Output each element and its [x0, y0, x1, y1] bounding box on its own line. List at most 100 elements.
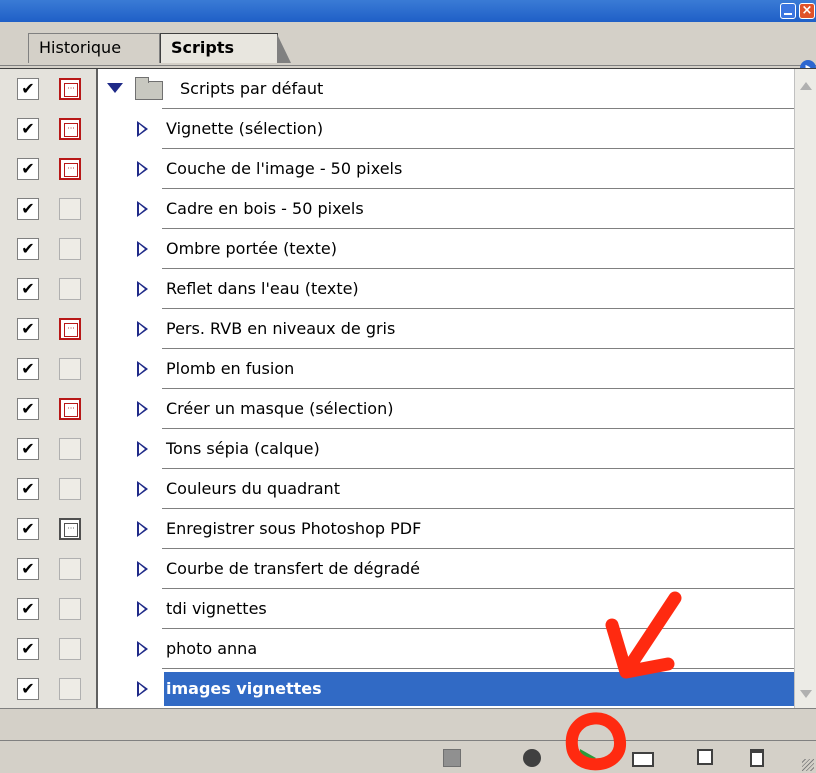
dialog-toggle-icon[interactable] [59, 518, 81, 540]
stop-icon[interactable] [443, 749, 461, 767]
item-toggle-checkbox[interactable]: ✔ [17, 118, 39, 140]
dialog-toggle-icon[interactable] [59, 78, 81, 100]
actions-list: ✔ Scripts par défaut ✔ Vignette (sélection)… [0, 68, 816, 708]
expand-triangle-icon[interactable] [137, 401, 148, 417]
expand-triangle-icon[interactable] [137, 121, 148, 137]
expand-triangle-icon[interactable] [137, 361, 148, 377]
dialog-toggle-icon[interactable] [59, 438, 81, 460]
dialog-toggle-icon[interactable] [59, 238, 81, 260]
expand-triangle-icon[interactable] [137, 321, 148, 337]
expand-triangle-down-icon[interactable] [107, 83, 123, 93]
minimize-button[interactable] [780, 3, 796, 19]
action-list-item[interactable]: ✔ Enregistrer sous Photoshop PDF [0, 509, 794, 549]
item-toggle-checkbox[interactable]: ✔ [17, 238, 39, 260]
expand-triangle-icon[interactable] [137, 561, 148, 577]
dialog-toggle-icon[interactable] [59, 598, 81, 620]
action-list-item[interactable]: ✔ tdi vignettes [0, 589, 794, 629]
action-list-item[interactable]: ✔ images vignettes [0, 669, 794, 709]
dialog-toggle-icon[interactable] [59, 278, 81, 300]
dialog-toggle-icon[interactable] [59, 198, 81, 220]
panel-titlebar: × [0, 0, 816, 22]
dialog-toggle-icon[interactable] [59, 398, 81, 420]
vertical-scrollbar[interactable] [794, 69, 816, 708]
item-toggle-checkbox[interactable]: ✔ [17, 638, 39, 660]
action-list-item[interactable]: ✔ Créer un masque (sélection) [0, 389, 794, 429]
action-label: photo anna [166, 639, 258, 658]
action-list-item[interactable]: ✔ photo anna [0, 629, 794, 669]
action-list-item[interactable]: ✔ Ombre portée (texte) [0, 229, 794, 269]
action-list-item[interactable]: ✔ Vignette (sélection) [0, 109, 794, 149]
item-toggle-checkbox[interactable]: ✔ [17, 478, 39, 500]
item-toggle-checkbox[interactable]: ✔ [17, 678, 39, 700]
folder-label: Scripts par défaut [180, 79, 324, 98]
expand-triangle-icon[interactable] [137, 641, 148, 657]
item-toggle-checkbox[interactable]: ✔ [17, 278, 39, 300]
scroll-down-arrow[interactable] [800, 690, 812, 698]
action-label: images vignettes [166, 679, 322, 698]
status-bar [0, 708, 816, 740]
action-label: Reflet dans l'eau (texte) [166, 279, 359, 298]
item-toggle-checkbox[interactable]: ✔ [17, 358, 39, 380]
resize-grip[interactable] [802, 759, 814, 771]
action-label: Ombre portée (texte) [166, 239, 337, 258]
action-list-item[interactable]: ✔ Pers. RVB en niveaux de gris [0, 309, 794, 349]
action-list-item[interactable]: ✔ Tons sépia (calque) [0, 429, 794, 469]
expand-triangle-icon[interactable] [137, 161, 148, 177]
action-list-item[interactable]: ✔ Reflet dans l'eau (texte) [0, 269, 794, 309]
action-label: Tons sépia (calque) [166, 439, 320, 458]
dialog-toggle-icon[interactable] [59, 638, 81, 660]
action-label: Pers. RVB en niveaux de gris [166, 319, 396, 338]
dialog-toggle-icon[interactable] [59, 158, 81, 180]
item-toggle-checkbox[interactable]: ✔ [17, 198, 39, 220]
item-toggle-checkbox[interactable]: ✔ [17, 318, 39, 340]
dialog-toggle-icon[interactable] [59, 358, 81, 380]
action-label: Vignette (sélection) [166, 119, 324, 138]
tab-bar: Historique Scripts ▸ [0, 22, 816, 76]
action-list-item[interactable]: ✔ Courbe de transfert de dégradé [0, 549, 794, 589]
folder-icon [135, 77, 163, 100]
action-list-item[interactable]: ✔ Couleurs du quadrant [0, 469, 794, 509]
action-label: Couleurs du quadrant [166, 479, 340, 498]
expand-triangle-icon[interactable] [137, 241, 148, 257]
trash-icon[interactable] [750, 749, 764, 767]
dialog-toggle-icon[interactable] [59, 678, 81, 700]
expand-triangle-icon[interactable] [137, 441, 148, 457]
item-toggle-checkbox[interactable]: ✔ [17, 398, 39, 420]
action-label: Cadre en bois - 50 pixels [166, 199, 364, 218]
action-label: Créer un masque (sélection) [166, 399, 394, 418]
new-set-folder-icon[interactable] [632, 752, 654, 767]
dialog-toggle-icon[interactable] [59, 478, 81, 500]
item-toggle-checkbox[interactable]: ✔ [17, 158, 39, 180]
tab-historique[interactable]: Historique [28, 33, 160, 63]
item-toggle-checkbox[interactable]: ✔ [17, 78, 39, 100]
folder-row-scripts-par-defaut[interactable]: ✔ Scripts par défaut [0, 69, 794, 109]
dialog-toggle-icon[interactable] [59, 558, 81, 580]
close-button[interactable]: × [799, 3, 815, 19]
action-list-item[interactable]: ✔ Couche de l'image - 50 pixels [0, 149, 794, 189]
expand-triangle-icon[interactable] [137, 201, 148, 217]
action-label: Plomb en fusion [166, 359, 295, 378]
actions-toolbar [0, 740, 816, 773]
item-toggle-checkbox[interactable]: ✔ [17, 558, 39, 580]
expand-triangle-icon[interactable] [137, 681, 148, 697]
tab-scripts[interactable]: Scripts [160, 33, 291, 63]
expand-triangle-icon[interactable] [137, 281, 148, 297]
expand-triangle-icon[interactable] [137, 521, 148, 537]
action-label: Enregistrer sous Photoshop PDF [166, 519, 422, 538]
scroll-up-arrow[interactable] [800, 82, 812, 90]
expand-triangle-icon[interactable] [137, 601, 148, 617]
record-icon[interactable] [523, 749, 541, 767]
item-toggle-checkbox[interactable]: ✔ [17, 438, 39, 460]
play-icon[interactable] [580, 749, 596, 767]
dialog-toggle-icon[interactable] [59, 318, 81, 340]
action-label: tdi vignettes [166, 599, 267, 618]
item-toggle-checkbox[interactable]: ✔ [17, 518, 39, 540]
action-label: Couche de l'image - 50 pixels [166, 159, 403, 178]
new-action-icon[interactable] [697, 749, 713, 765]
expand-triangle-icon[interactable] [137, 481, 148, 497]
action-label: Courbe de transfert de dégradé [166, 559, 421, 578]
item-toggle-checkbox[interactable]: ✔ [17, 598, 39, 620]
action-list-item[interactable]: ✔ Plomb en fusion [0, 349, 794, 389]
dialog-toggle-icon[interactable] [59, 118, 81, 140]
action-list-item[interactable]: ✔ Cadre en bois - 50 pixels [0, 189, 794, 229]
